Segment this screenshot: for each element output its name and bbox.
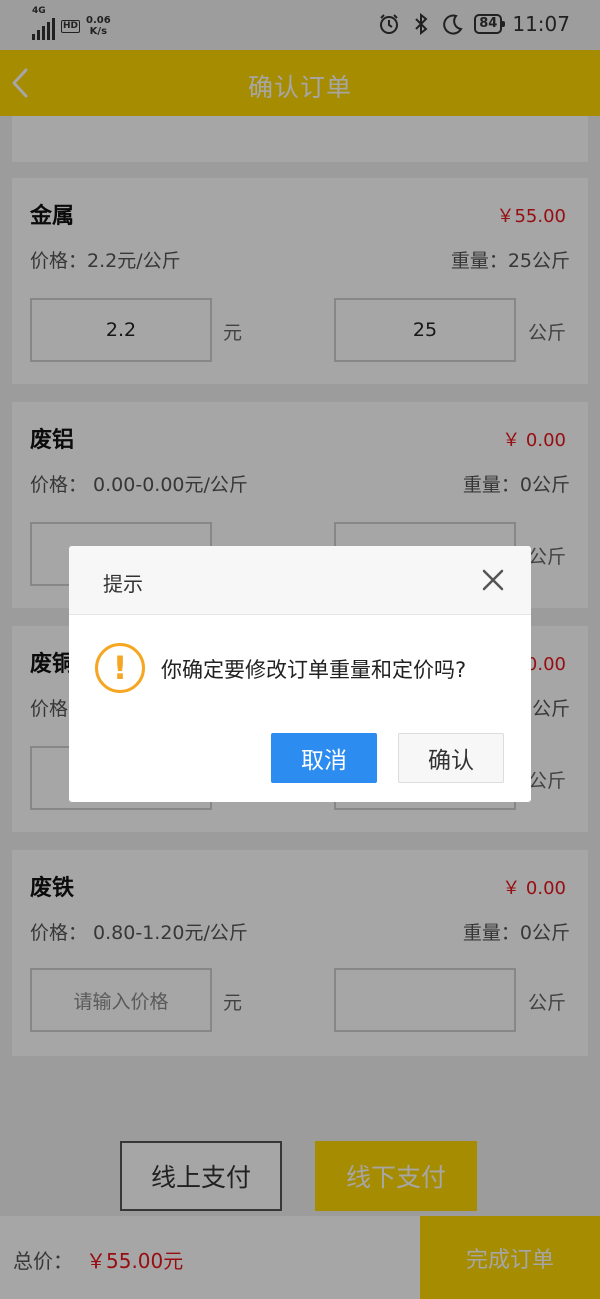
- warning-icon: !: [95, 643, 145, 693]
- confirm-button[interactable]: 确认: [398, 733, 504, 783]
- dialog-message: 你确定要修改订单重量和定价吗?: [161, 658, 467, 682]
- close-icon[interactable]: [481, 568, 505, 592]
- dialog-title: 提示: [103, 572, 143, 596]
- dialog-header: 提示: [69, 546, 531, 615]
- confirm-dialog: 提示 ! 你确定要修改订单重量和定价吗? 取消 确认: [69, 546, 531, 802]
- cancel-button[interactable]: 取消: [271, 733, 377, 783]
